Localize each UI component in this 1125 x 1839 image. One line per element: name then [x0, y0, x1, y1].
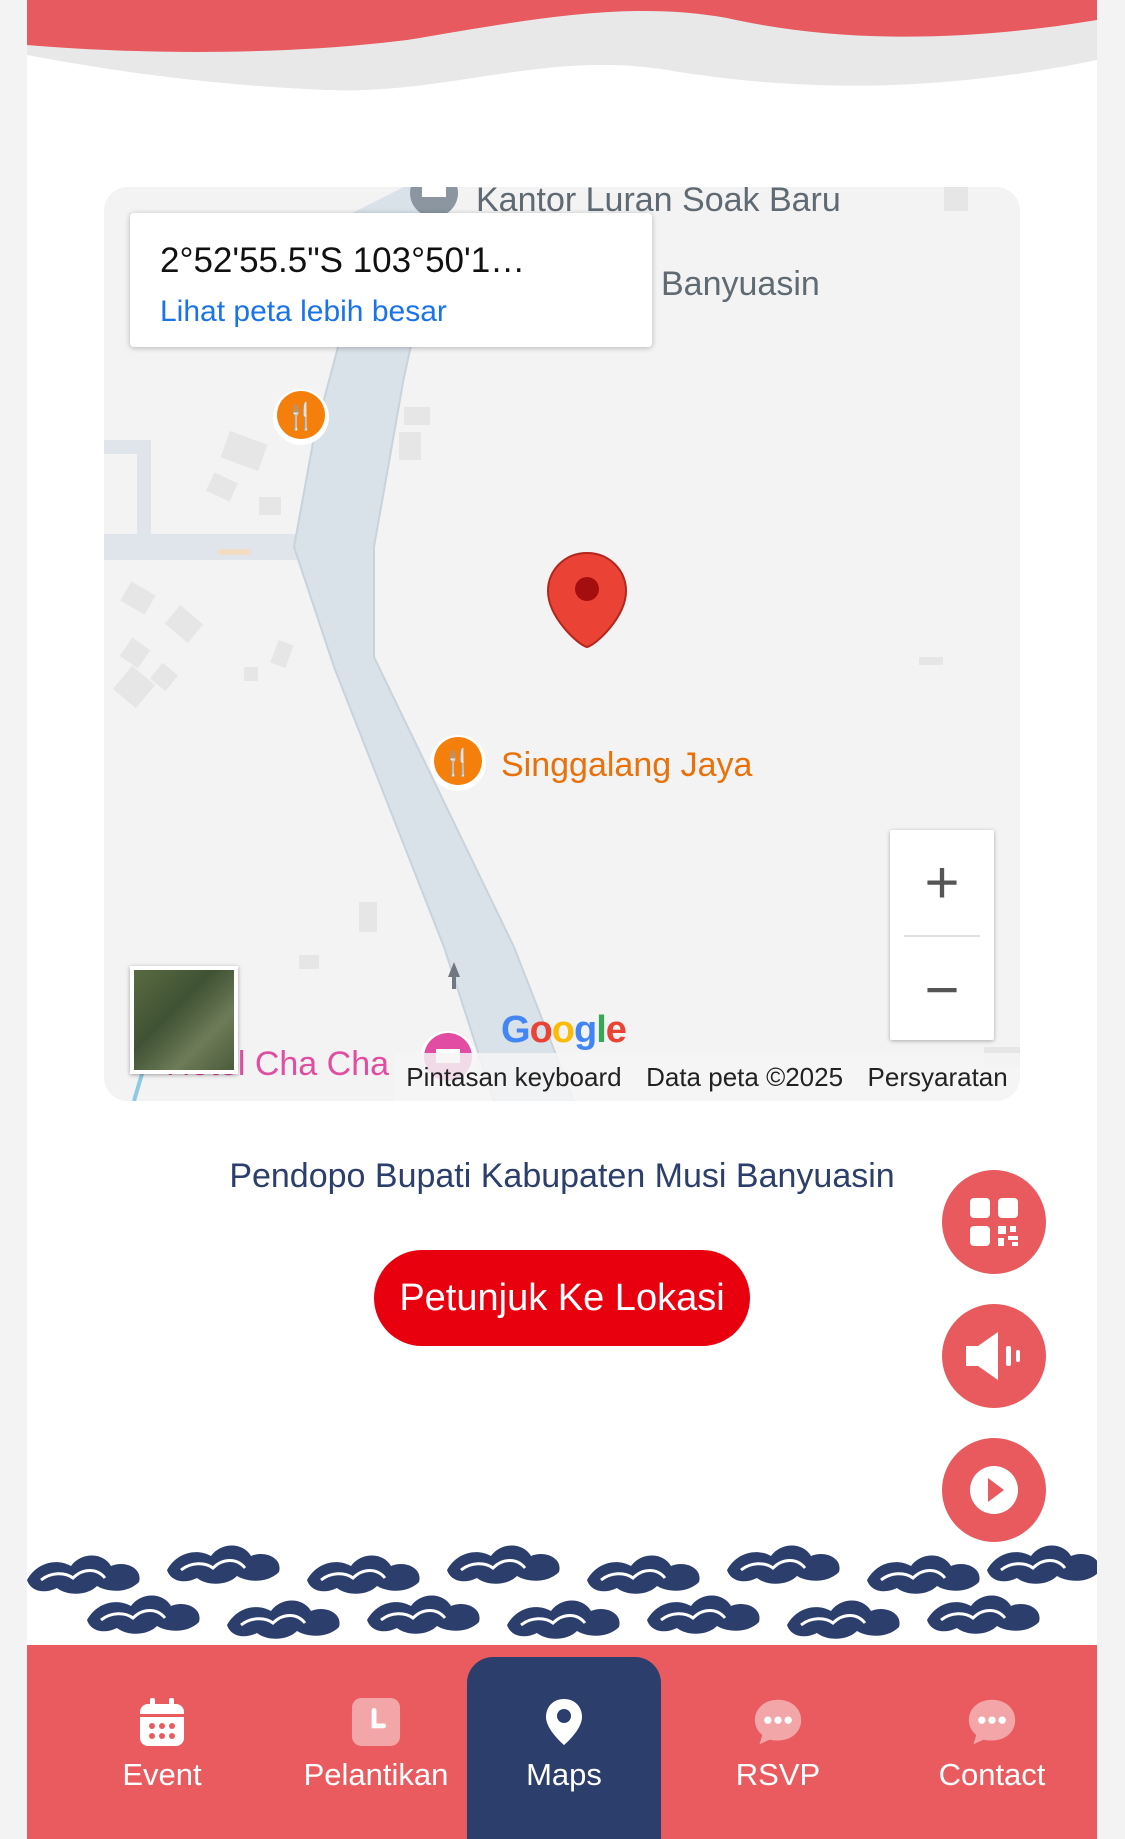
map-coordinates: 2°52'55.5"S 103°50'1…: [160, 241, 526, 280]
chat-bubble-icon: [967, 1697, 1017, 1747]
nav-item-maps[interactable]: Maps: [467, 1657, 661, 1839]
map-info-card: 2°52'55.5"S 103°50'1… Lihat peta lebih b…: [130, 213, 652, 347]
nav-item-pelantikan[interactable]: Pelantikan: [279, 1645, 473, 1839]
embedded-map[interactable]: 🍴 🍴 Kantor Luran Soak Baru i Banyuasin S…: [104, 187, 1020, 1101]
satellite-toggle-button[interactable]: [130, 966, 238, 1074]
clock-icon: [351, 1697, 401, 1747]
zoom-control: + −: [890, 830, 994, 1040]
restaurant-marker-icon: 🍴: [430, 735, 486, 791]
page-card: 🍴 🍴 Kantor Luran Soak Baru i Banyuasin S…: [27, 0, 1097, 1839]
zoom-out-button[interactable]: −: [890, 937, 994, 1042]
zoom-in-button[interactable]: +: [890, 830, 994, 935]
google-logo: Google: [501, 1009, 627, 1051]
directions-button[interactable]: Petunjuk Ke Lokasi: [374, 1250, 750, 1346]
bottom-navigation: Event Pelantikan Maps RSVP Contact: [27, 1645, 1097, 1839]
qr-code-button[interactable]: [942, 1170, 1046, 1274]
sound-toggle-button[interactable]: [942, 1304, 1046, 1408]
nav-label-contact: Contact: [938, 1757, 1046, 1792]
play-button[interactable]: [942, 1438, 1046, 1542]
svg-text:🍴: 🍴: [442, 747, 474, 778]
map-label-singgalang[interactable]: Singgalang Jaya: [501, 746, 752, 785]
qr-code-icon: [970, 1198, 1018, 1246]
play-icon: [970, 1466, 1018, 1514]
nav-label-maps: Maps: [526, 1757, 602, 1792]
map-data-credit: Data peta ©2025: [646, 1061, 844, 1092]
nav-label-event: Event: [122, 1757, 202, 1792]
location-pin-icon: [539, 1697, 589, 1747]
speaker-icon: [966, 1332, 1020, 1380]
view-larger-map-link[interactable]: Lihat peta lebih besar: [160, 295, 622, 329]
batik-cloud-pattern: [27, 1544, 1097, 1641]
keyboard-shortcuts-link[interactable]: Pintasan keyboard: [406, 1062, 621, 1093]
map-attribution-bar: Pintasan keyboard Data peta ©2025 Persya…: [394, 1053, 1020, 1101]
svg-text:🍴: 🍴: [285, 401, 317, 432]
chat-bubble-icon: [753, 1697, 803, 1747]
nav-label-rsvp: RSVP: [735, 1757, 821, 1792]
terms-link[interactable]: Persyaratan: [868, 1062, 1008, 1093]
nav-item-event[interactable]: Event: [65, 1645, 259, 1839]
top-wave-decoration: [27, 0, 1097, 91]
venue-name: Pendopo Bupati Kabupaten Musi Banyuasin: [229, 1157, 895, 1195]
nav-label-pelantikan: Pelantikan: [303, 1757, 449, 1792]
map-label-banyuasin: i Banyuasin: [644, 265, 820, 303]
restaurant-marker-icon: 🍴: [273, 389, 329, 445]
nav-item-contact[interactable]: Contact: [895, 1645, 1089, 1839]
calendar-icon: [137, 1697, 187, 1747]
nav-item-rsvp[interactable]: RSVP: [681, 1645, 875, 1839]
